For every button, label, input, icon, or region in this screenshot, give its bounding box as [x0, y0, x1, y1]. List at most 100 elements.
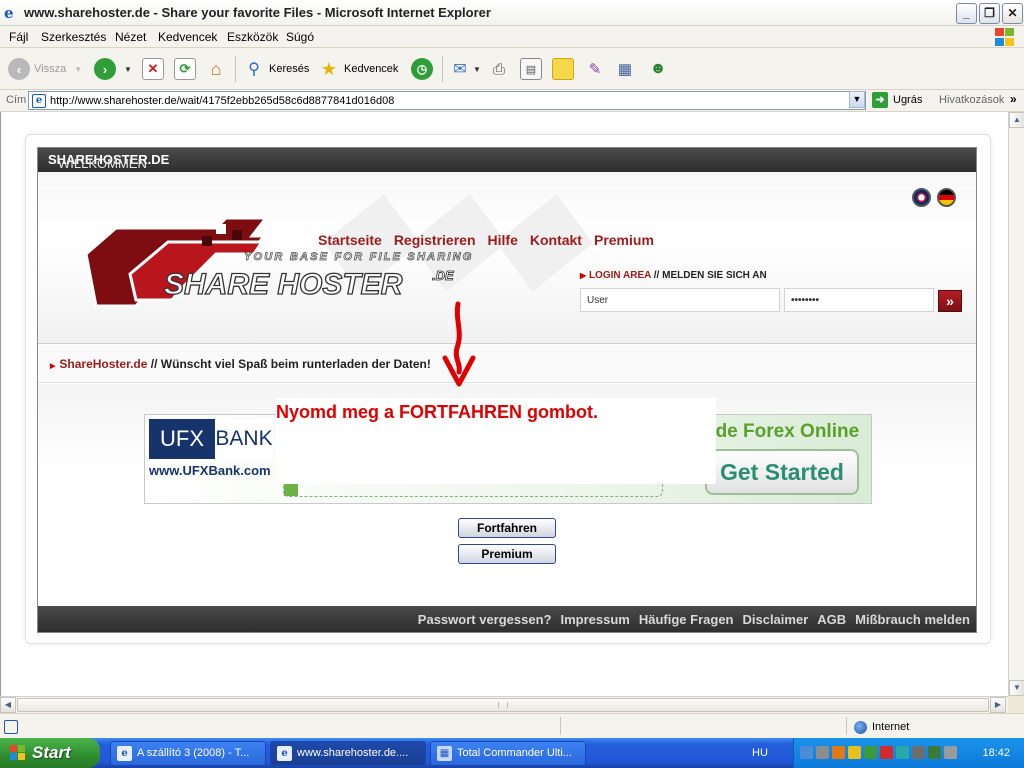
- site-header: ◆◆◆ Startseite Registrieren Hilfe Kontak…: [38, 172, 976, 344]
- update-icon[interactable]: [880, 746, 893, 759]
- ad-headline: ade Forex Online: [705, 421, 860, 442]
- address-dropdown-button[interactable]: ▼: [849, 91, 865, 108]
- links-more-icon[interactable]: »: [1010, 92, 1017, 106]
- footer-link-abuse[interactable]: Mißbrauch melden: [855, 612, 970, 627]
- login-username-input[interactable]: User: [580, 288, 780, 312]
- start-button[interactable]: Start: [0, 738, 100, 768]
- scroll-down-icon[interactable]: ▼: [1009, 680, 1024, 696]
- ad-get-started-button[interactable]: Get Started: [705, 449, 859, 495]
- edit-page-icon: ▤: [520, 58, 542, 80]
- title-bar: e www.sharehoster.de - Share your favori…: [0, 0, 1024, 26]
- menu-edit[interactable]: Szerkesztés: [41, 30, 106, 44]
- contacts-button[interactable]: ☻: [647, 57, 669, 81]
- scroll-left-icon[interactable]: ◀: [0, 697, 16, 713]
- nav-premium[interactable]: Premium: [594, 232, 654, 248]
- menu-help[interactable]: Súgó: [286, 30, 314, 44]
- search-icon: ⚲: [248, 61, 260, 78]
- ufx-logo: UFX BANK www.UFXBank.com: [149, 419, 273, 495]
- breadcrumb-brand[interactable]: ShareHoster.de: [59, 357, 147, 371]
- links-label[interactable]: Hivatkozások: [939, 94, 1004, 106]
- search-button[interactable]: ⚲ Keresés: [243, 57, 309, 81]
- discuss-button[interactable]: [552, 57, 574, 81]
- monitor-icon[interactable]: [912, 746, 925, 759]
- home-button[interactable]: ⌂: [205, 57, 227, 81]
- history-button[interactable]: ◷: [411, 57, 433, 81]
- messenger-button[interactable]: ✎: [584, 57, 606, 81]
- login-password-input[interactable]: ••••••••: [784, 288, 934, 312]
- antivirus-icon[interactable]: [864, 746, 877, 759]
- mail-icon: ✉: [453, 61, 467, 78]
- research-icon: ✎: [588, 61, 602, 78]
- arrow-bullet-icon: ▶: [580, 271, 587, 280]
- address-url: http://www.sharehoster.de/wait/4175f2ebb…: [50, 95, 395, 107]
- favorites-button[interactable]: ★ Kedvencek: [318, 57, 399, 81]
- media-button[interactable]: ▦: [614, 57, 636, 81]
- stop-icon: ✕: [142, 58, 164, 80]
- maximize-button[interactable]: ❐: [979, 3, 1000, 24]
- back-label: Vissza: [34, 63, 67, 75]
- stop-button[interactable]: ✕: [142, 57, 164, 81]
- windows-logo-icon: [994, 27, 1016, 47]
- back-button[interactable]: ‹ Vissza ▼: [8, 57, 82, 81]
- german-flag-icon[interactable]: [937, 188, 956, 207]
- breadcrumb-text: Wünscht viel Spaß beim runterladen der D…: [160, 357, 431, 371]
- start-label: Start: [32, 743, 71, 762]
- taskbar-item-sharehoster[interactable]: e www.sharehoster.de....: [270, 741, 426, 766]
- globe-icon: [854, 721, 867, 734]
- ie-icon: e: [117, 746, 132, 761]
- system-tray: 18:42: [793, 738, 1024, 768]
- address-input[interactable]: e http://www.sharehoster.de/wait/4175f2e…: [28, 91, 866, 110]
- mail-button[interactable]: ✉ ▼: [449, 57, 481, 81]
- login-area-title: ▶ LOGIN AREA // MELDEN SIE SICH AN: [580, 270, 767, 281]
- taskbar-item-szallito[interactable]: e A szállító 3 (2008) - T...: [110, 741, 266, 766]
- total-commander-icon: ▦: [437, 746, 452, 761]
- nav-kontakt[interactable]: Kontakt: [530, 232, 582, 248]
- minimize-button[interactable]: _: [956, 3, 977, 24]
- ad-progress-strip: [283, 483, 663, 497]
- language-indicator[interactable]: HU: [752, 747, 768, 759]
- clock[interactable]: 18:42: [982, 747, 1010, 759]
- logo-suffix: .DE: [432, 268, 454, 283]
- welcome-bar: WILLKOMMEN BEI SHAREHOSTER.DE: [38, 148, 976, 186]
- vertical-scrollbar[interactable]: ▲ ▼: [1008, 112, 1024, 696]
- close-button[interactable]: ✕: [1002, 3, 1023, 24]
- login-submit-button[interactable]: »: [938, 290, 962, 312]
- security-shield-icon[interactable]: [848, 746, 861, 759]
- star-icon: ★: [320, 58, 338, 79]
- horizontal-scroll-thumb[interactable]: [17, 698, 989, 712]
- scroll-up-icon[interactable]: ▲: [1009, 112, 1024, 128]
- footer-link-faq[interactable]: Häufige Fragen: [639, 612, 734, 627]
- premium-button[interactable]: Premium: [458, 544, 556, 564]
- keyboard-icon[interactable]: [816, 746, 829, 759]
- footer-link-password[interactable]: Passwort vergessen?: [418, 612, 552, 627]
- footer-link-impressum[interactable]: Impressum: [560, 612, 629, 627]
- go-button[interactable]: ➜ Ugrás: [872, 92, 922, 108]
- ie-icon: e: [4, 4, 14, 22]
- usb-icon[interactable]: [928, 746, 941, 759]
- edit-button[interactable]: ▤: [520, 57, 542, 81]
- ie-icon: e: [277, 746, 292, 761]
- footer-link-disclaimer[interactable]: Disclaimer: [742, 612, 808, 627]
- main-content: UFX BANK www.UFXBank.com ade Forex Onlin…: [38, 384, 976, 606]
- footer-link-agb[interactable]: AGB: [817, 612, 846, 627]
- tray-misc-icon[interactable]: [944, 746, 957, 759]
- menu-file[interactable]: Fájl: [9, 30, 28, 44]
- go-label: Ugrás: [893, 94, 923, 106]
- forward-button[interactable]: › ▼: [94, 57, 132, 81]
- menu-favorites[interactable]: Kedvencek: [158, 30, 217, 44]
- site-footer: Passwort vergessen? Impressum Häufige Fr…: [38, 606, 976, 632]
- horizontal-scrollbar[interactable]: ◀ ▶: [0, 696, 1008, 713]
- print-button[interactable]: ⎙: [488, 57, 510, 81]
- scroll-right-icon[interactable]: ▶: [990, 697, 1006, 713]
- english-flag-icon[interactable]: [912, 188, 931, 207]
- menu-view[interactable]: Nézet: [115, 30, 146, 44]
- refresh-button[interactable]: ⟳: [174, 57, 196, 81]
- continue-button[interactable]: Fortfahren: [458, 518, 556, 538]
- taskbar-item-total-commander[interactable]: ▦ Total Commander Ulti...: [430, 741, 586, 766]
- menu-tools[interactable]: Eszközök: [227, 30, 278, 44]
- volume-icon[interactable]: [896, 746, 909, 759]
- refresh-icon: ⟳: [174, 58, 196, 80]
- mail-dropdown-icon: ▼: [473, 64, 481, 74]
- media-player-icon[interactable]: [832, 746, 845, 759]
- network-icon[interactable]: [800, 746, 813, 759]
